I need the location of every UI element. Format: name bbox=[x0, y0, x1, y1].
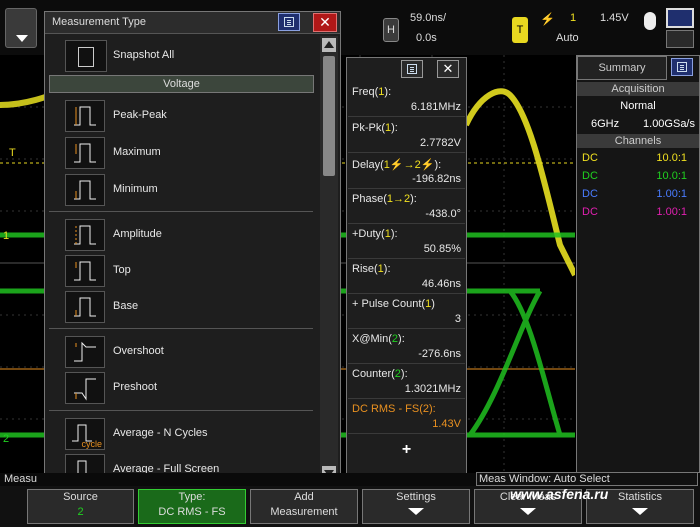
trigger-button[interactable]: T bbox=[512, 17, 528, 43]
measurement-row-dc-rms[interactable]: DC RMS - FS(2): 1.43V bbox=[348, 400, 465, 434]
amplitude-icon bbox=[65, 219, 105, 251]
arrow-down-icon bbox=[475, 505, 581, 520]
meas-window-indicator: Meas Window: Auto Select bbox=[476, 472, 698, 486]
add-measurement-softkey[interactable]: Add Measurement bbox=[250, 489, 358, 524]
tab-summary[interactable]: Summary bbox=[577, 56, 667, 80]
minimum-icon bbox=[65, 174, 105, 206]
measurement-row-duty[interactable]: +Duty(1): 50.85% bbox=[348, 225, 465, 259]
measurements-panel: ✕ Freq(1): 6.181MHz Pk-Pk(1): 2.7782V Dela… bbox=[346, 57, 467, 475]
measurement-row-phase[interactable]: Phase(1→2): -438.0° bbox=[348, 190, 465, 224]
microphone-icon[interactable] bbox=[644, 12, 656, 30]
measurement-type-list: Snapshot All Voltage Peak-Peak Maximum M… bbox=[45, 34, 319, 483]
trigger-level[interactable]: 1.45V bbox=[600, 12, 629, 24]
bandwidth-value: 6GHz bbox=[591, 118, 620, 130]
measurement-row-xmin[interactable]: X@Min(2): -276.6ns bbox=[348, 330, 465, 364]
ch1-ground-marker[interactable]: 1 bbox=[3, 230, 9, 242]
voltage-header: Voltage bbox=[49, 75, 314, 93]
delay-value[interactable]: 0.0s bbox=[416, 32, 437, 44]
dialog-title: Measurement Type bbox=[52, 16, 146, 28]
scrollbar[interactable] bbox=[320, 36, 338, 483]
zoom-box-icon[interactable] bbox=[666, 8, 694, 28]
dialog-menu-button[interactable] bbox=[278, 13, 300, 31]
add-measurement-button[interactable]: + bbox=[348, 438, 465, 462]
arrow-down-icon bbox=[587, 505, 693, 520]
channels-header: Channels bbox=[577, 134, 699, 148]
measurement-row-pulse-count[interactable]: + Pulse Count(1) 3 bbox=[348, 295, 465, 329]
measurement-row-pkpk[interactable]: Pk-Pk(1): 2.7782V bbox=[348, 119, 465, 153]
trigger-sweep: Auto bbox=[556, 32, 579, 44]
document-icon bbox=[677, 62, 687, 72]
undo-icon[interactable] bbox=[666, 30, 694, 48]
status-line: Measu Meas Window: Auto Select bbox=[0, 472, 700, 486]
horizontal-button[interactable]: H bbox=[383, 18, 399, 42]
average-cycle-icon: cycle bbox=[65, 418, 105, 450]
summary-menu-button[interactable] bbox=[671, 58, 693, 76]
measurement-type-dialog: Measurement Type ✕ Snapshot All Voltage … bbox=[44, 11, 341, 484]
scroll-up-button[interactable] bbox=[322, 38, 336, 52]
ch2-ground-marker[interactable]: 2 bbox=[3, 433, 9, 445]
overshoot-icon bbox=[65, 336, 105, 368]
peak-peak-icon bbox=[65, 100, 105, 132]
trigger-edge-icon: ⚡ bbox=[540, 12, 555, 26]
snapshot-icon bbox=[65, 40, 107, 72]
measurement-list: Freq(1): 6.181MHz Pk-Pk(1): 2.7782V Delay(… bbox=[348, 83, 465, 475]
watermark: www.asfena.ru bbox=[510, 486, 609, 502]
document-icon bbox=[407, 64, 417, 74]
separator bbox=[49, 328, 313, 329]
softkey-bar: Source 2 Type: DC RMS - FS Add Measurement … bbox=[0, 486, 700, 527]
separator bbox=[49, 410, 313, 411]
arrow-down-icon bbox=[363, 505, 469, 520]
scroll-thumb[interactable] bbox=[323, 56, 335, 176]
trigger-channel: 1 bbox=[570, 12, 577, 24]
separator bbox=[49, 211, 313, 212]
status-text: Measu bbox=[4, 473, 38, 485]
sample-rate-value: 1.00GSa/s bbox=[643, 118, 695, 130]
chevron-down-icon bbox=[16, 35, 28, 42]
trigger-level-marker[interactable]: T bbox=[9, 147, 16, 159]
preshoot-icon bbox=[65, 372, 105, 404]
document-icon bbox=[284, 17, 294, 27]
type-softkey[interactable]: Type: DC RMS - FS bbox=[138, 489, 246, 524]
top-icon bbox=[65, 255, 105, 287]
maximum-icon bbox=[65, 137, 105, 169]
base-icon bbox=[65, 291, 105, 323]
settings-softkey[interactable]: Settings bbox=[362, 489, 470, 524]
source-softkey[interactable]: Source 2 bbox=[27, 489, 134, 524]
timebase-value[interactable]: 59.0ns/ bbox=[410, 12, 446, 24]
summary-panel: Summary Acquisition Normal 6GHz 1.00GSa/… bbox=[576, 55, 700, 473]
panel-close-button[interactable]: ✕ bbox=[437, 60, 459, 78]
acquisition-header: Acquisition bbox=[577, 82, 699, 96]
measurement-row-counter[interactable]: Counter(2): 1.3021MHz bbox=[348, 365, 465, 399]
main-menu-button[interactable] bbox=[5, 8, 37, 48]
measurement-row-freq[interactable]: Freq(1): 6.181MHz bbox=[348, 83, 465, 117]
panel-menu-button[interactable] bbox=[401, 60, 423, 78]
measurement-row-delay[interactable]: Delay(1⚡→2⚡): -196.82ns bbox=[348, 155, 465, 189]
measurement-row-rise[interactable]: Rise(1): 46.46ns bbox=[348, 260, 465, 294]
acquisition-mode: Normal bbox=[620, 100, 656, 112]
close-button[interactable]: ✕ bbox=[313, 13, 337, 32]
